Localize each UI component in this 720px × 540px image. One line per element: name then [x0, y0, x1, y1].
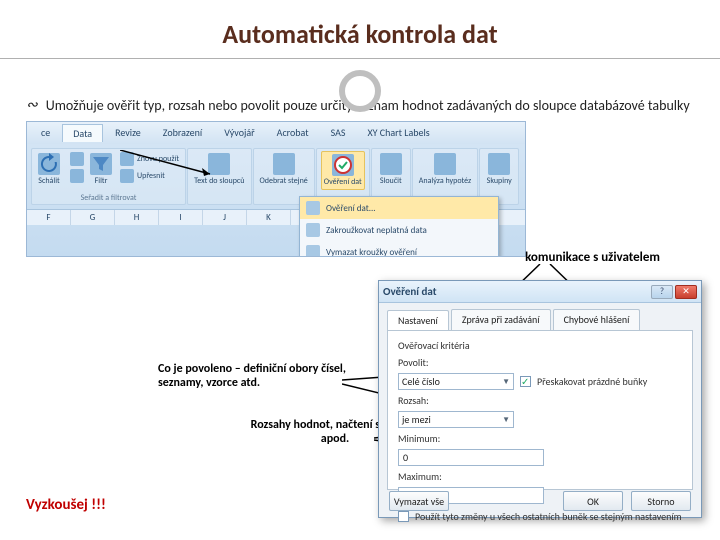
- dialog-body: Ověřovací kritéria Povolit: Celé číslo▼ …: [387, 330, 693, 490]
- question-icon: ?: [660, 286, 664, 297]
- reapply-icon: [120, 152, 134, 166]
- sort-asc-icon: [70, 152, 84, 166]
- column-header[interactable]: G: [71, 210, 115, 225]
- ribbon-tab-data[interactable]: Data: [62, 124, 103, 142]
- ribbon-tab[interactable]: ce: [31, 124, 60, 142]
- annot-communication: komunikace s uživatelem: [525, 250, 660, 266]
- remove-dup-button[interactable]: Odebrat stejné: [258, 151, 310, 188]
- apply-all-checkbox[interactable]: [398, 511, 409, 522]
- criteria-label: Ověřovací kritéria: [398, 339, 682, 352]
- validation-icon: [332, 154, 354, 176]
- cancel-button[interactable]: Storno: [631, 491, 691, 511]
- refresh-button[interactable]: Schálit: [36, 151, 62, 188]
- clear-all-button[interactable]: Vymazat vše: [389, 491, 449, 511]
- validation-dialog: Ověření dat ? ✕ Nastavení Zpráva při zad…: [378, 280, 702, 518]
- validation-dropdown: Ověření dat... Zakroužkovat neplatná dat…: [299, 196, 499, 257]
- tab-input-message[interactable]: Zpráva při zadávání: [451, 309, 551, 330]
- column-header[interactable]: K: [247, 210, 291, 225]
- annot-allowed: Co je povoleno – definiční obory čísel, …: [158, 362, 358, 391]
- group-icon: [488, 153, 510, 175]
- allow-label: Povolit:: [398, 356, 450, 369]
- dd-circle-invalid[interactable]: Zakroužkovat neplatná data: [300, 219, 498, 241]
- ribbon-tabs: ce Data Revize Zobrazení Vývojář Acrobat…: [27, 122, 525, 144]
- max-label: Maximum:: [398, 470, 460, 483]
- sort-asc-button[interactable]: [68, 151, 86, 167]
- validation-icon: [306, 201, 320, 215]
- min-input[interactable]: 0: [398, 449, 544, 466]
- tab-error-alert[interactable]: Chybové hlášení: [553, 309, 641, 330]
- skip-empty-checkbox[interactable]: [520, 376, 531, 387]
- clear-icon: [306, 245, 320, 257]
- columns-icon: [208, 153, 230, 175]
- funnel-icon: [90, 153, 112, 175]
- ribbon-tab[interactable]: XY Chart Labels: [357, 124, 439, 142]
- ribbon-tab[interactable]: Vývojář: [214, 124, 264, 142]
- min-label: Minimum:: [398, 432, 460, 445]
- apply-all-label: Použít tyto změny u všech ostatních buně…: [415, 510, 682, 523]
- column-header[interactable]: H: [115, 210, 159, 225]
- bullet-symbol: ∾: [26, 97, 38, 115]
- allow-select[interactable]: Celé číslo▼: [398, 373, 514, 390]
- dedup-icon: [273, 153, 295, 175]
- ribbon-tab[interactable]: Zobrazení: [153, 124, 212, 142]
- dd-validation[interactable]: Ověření dat...: [300, 197, 498, 219]
- slide-title: Automatická kontrola dat: [26, 18, 694, 50]
- close-button[interactable]: ✕: [675, 285, 697, 299]
- advanced-button[interactable]: Upřesnit: [118, 168, 181, 184]
- help-button[interactable]: ?: [651, 285, 673, 299]
- dialog-title: Ověření dat: [383, 285, 437, 298]
- ring-decoration: [339, 70, 381, 112]
- ribbon-tab[interactable]: Revize: [105, 124, 151, 142]
- tab-settings[interactable]: Nastavení: [387, 310, 449, 331]
- skip-empty-label: Přeskakovat prázdné buňky: [537, 375, 647, 388]
- dialog-titlebar[interactable]: Ověření dat ? ✕: [379, 281, 701, 303]
- dialog-tabs: Nastavení Zpráva při zadávání Chybové hl…: [379, 303, 701, 330]
- advanced-icon: [120, 169, 134, 183]
- chevron-down-icon: ▼: [502, 415, 510, 425]
- consolidate-button[interactable]: Sloučit: [378, 151, 404, 188]
- ok-button[interactable]: OK: [563, 491, 623, 511]
- column-header[interactable]: I: [159, 210, 203, 225]
- ribbon-tab[interactable]: SAS: [321, 124, 356, 142]
- group-button[interactable]: Skupiny: [485, 151, 514, 188]
- reapply-button[interactable]: Znovu použít: [118, 151, 181, 167]
- ribbon-tab[interactable]: Acrobat: [267, 124, 319, 142]
- column-header[interactable]: J: [203, 210, 247, 225]
- chevron-down-icon: ▼: [502, 377, 510, 387]
- whatif-button[interactable]: Analýza hypotéz: [417, 151, 473, 188]
- sort-desc-button[interactable]: [68, 168, 86, 184]
- sort-desc-icon: [70, 169, 84, 183]
- try-callout: Vyzkoušej !!!: [26, 496, 106, 514]
- dd-clear-circles[interactable]: Vymazat kroužky ověření: [300, 241, 498, 257]
- column-header[interactable]: F: [27, 210, 71, 225]
- close-icon: ✕: [682, 286, 690, 297]
- excel-ribbon: ce Data Revize Zobrazení Vývojář Acrobat…: [26, 121, 526, 257]
- filter-button[interactable]: Filtr: [88, 151, 114, 188]
- rozsah-select[interactable]: je mezi▼: [398, 411, 514, 428]
- rozsah-label: Rozsah:: [398, 394, 450, 407]
- circle-icon: [306, 223, 320, 237]
- consolidate-icon: [380, 153, 402, 175]
- data-validation-button[interactable]: Ověření dat: [321, 151, 365, 190]
- whatif-icon: [434, 153, 456, 175]
- refresh-icon: [38, 153, 60, 175]
- divider: [0, 58, 720, 59]
- text-to-columns-button[interactable]: Text do sloupců: [192, 151, 246, 188]
